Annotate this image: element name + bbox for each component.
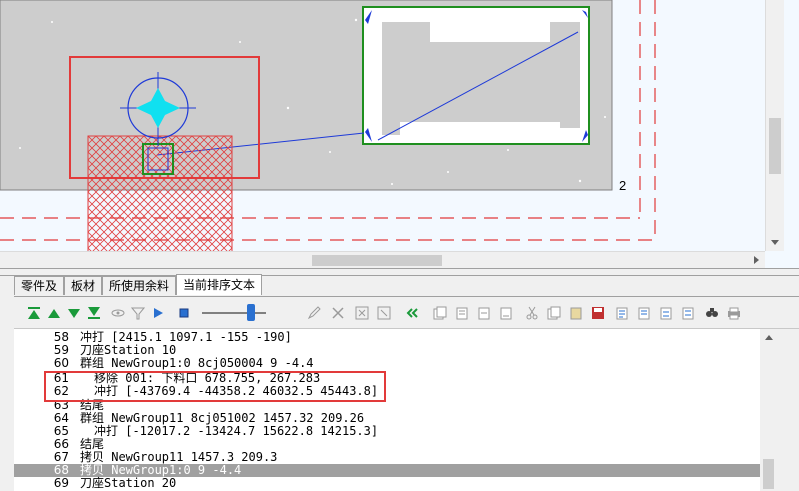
edit-icon[interactable] — [306, 305, 322, 321]
print-icon[interactable] — [726, 305, 742, 321]
back-icon[interactable] — [404, 305, 420, 321]
tab-current-sequence-text[interactable]: 当前排序文本 — [176, 274, 263, 295]
copy2-icon[interactable] — [546, 305, 562, 321]
scroll-right-arrow-icon[interactable] — [754, 256, 759, 264]
clear-icon[interactable] — [376, 305, 392, 321]
line-text: 刀座Station 20 — [80, 476, 177, 490]
play-icon[interactable] — [150, 305, 166, 321]
sequence-toolbar — [14, 296, 799, 329]
canvas-vertical-scrollbar[interactable] — [765, 0, 784, 251]
tab-strip: 零件及 板材 所使用余料 当前排序文本 — [14, 274, 263, 296]
line-text: 群组 NewGroup1:0 8cj050004 9 -4.4 — [80, 356, 314, 370]
scroll-thumb[interactable] — [312, 255, 442, 266]
eye-icon[interactable] — [110, 305, 126, 321]
move-top-icon[interactable] — [26, 305, 42, 321]
left-margin — [0, 276, 14, 491]
part-number-label: 2 — [619, 178, 626, 193]
tab-sheets[interactable]: 板材 — [64, 276, 103, 295]
list-item[interactable]: 62 冲打 [-43769.4 -44358.2 46032.5 45443.8] — [14, 385, 760, 398]
hatched-region — [87, 135, 233, 268]
line-number: 60 — [53, 356, 69, 370]
list-item[interactable]: 60 群组 NewGroup1:0 8cj050004 9 -4.4 — [14, 357, 760, 370]
redo-icon[interactable] — [498, 305, 514, 321]
canvas-drawing: 2 — [0, 0, 656, 268]
scroll-down-arrow-icon[interactable] — [771, 240, 779, 245]
line-number: 69 — [53, 476, 69, 490]
list-item[interactable]: 65 冲打 [-12017.2 -13424.7 15622.8 14215.3] — [14, 425, 760, 438]
move-up-icon[interactable] — [46, 305, 62, 321]
tab-parts[interactable]: 零件及 — [14, 276, 65, 295]
panel-splitter[interactable] — [0, 268, 799, 276]
list3-icon[interactable] — [658, 305, 674, 321]
save-icon[interactable] — [590, 305, 606, 321]
right-margin — [777, 329, 799, 491]
copy-icon[interactable] — [432, 305, 448, 321]
delete-group-icon[interactable] — [354, 305, 370, 321]
line-text: 冲打 [-43769.4 -44358.2 46032.5 45443.8] — [94, 384, 379, 398]
list-item[interactable]: 69 刀座Station 20 — [14, 477, 760, 490]
list4-icon[interactable] — [680, 305, 696, 321]
filter-icon[interactable] — [130, 305, 146, 321]
list-icon[interactable] — [614, 305, 630, 321]
scroll-up-arrow-icon[interactable] — [765, 335, 773, 340]
line-number: 62 — [53, 384, 69, 398]
scroll-thumb[interactable] — [769, 118, 781, 174]
stop-icon[interactable] — [176, 305, 192, 321]
undo-icon[interactable] — [476, 305, 492, 321]
move-down-icon[interactable] — [66, 305, 82, 321]
sequence-text-panel[interactable]: 58 冲打 [2415.1 1097.1 -155 -190] 59 刀座Stati… — [14, 329, 760, 491]
tab-used-remnants[interactable]: 所使用余料 — [102, 276, 177, 295]
canvas-horizontal-scrollbar[interactable] — [0, 251, 765, 268]
find-icon[interactable] — [704, 305, 720, 321]
paste-icon[interactable] — [454, 305, 470, 321]
speed-slider-thumb[interactable] — [247, 304, 255, 321]
speed-slider-track[interactable] — [202, 312, 266, 314]
cut-icon[interactable] — [524, 305, 540, 321]
line-text: 冲打 [-12017.2 -13424.7 15622.8 14215.3] — [94, 424, 379, 438]
paste2-icon[interactable] — [568, 305, 584, 321]
drawing-canvas[interactable]: 2 — [0, 0, 799, 268]
text-vertical-scrollbar[interactable] — [760, 329, 777, 491]
delete-icon[interactable] — [330, 305, 346, 321]
list2-icon[interactable] — [636, 305, 652, 321]
scroll-thumb[interactable] — [763, 459, 774, 489]
move-bottom-icon[interactable] — [86, 305, 102, 321]
